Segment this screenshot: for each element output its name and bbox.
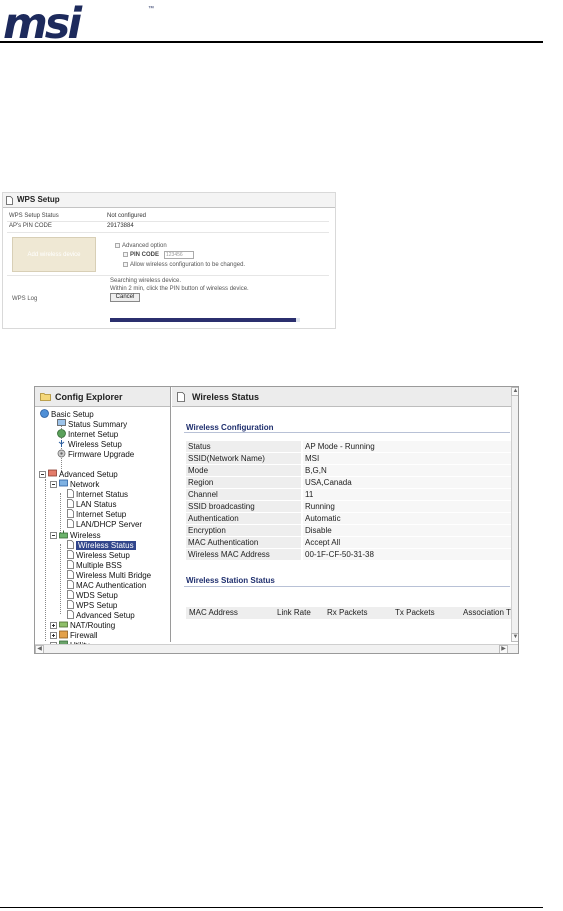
- config-explorer-title: Config Explorer: [35, 387, 170, 407]
- divider: [184, 432, 510, 433]
- wireless-status-pane: Wireless Status Wireless Configuration S…: [172, 387, 518, 642]
- allow-config-checkbox[interactable]: [123, 262, 128, 267]
- scroll-down-icon[interactable]: ▼: [511, 633, 518, 642]
- tree-internet-status[interactable]: Internet Status: [67, 489, 128, 499]
- encryption-row: Encryption Disable: [186, 525, 511, 536]
- document-icon: [177, 392, 185, 402]
- globe-icon: [40, 409, 49, 421]
- tree-mac-authentication[interactable]: MAC Authentication: [67, 580, 146, 590]
- region-row: Region USA,Canada: [186, 477, 511, 488]
- wps-setup-panel: WPS Setup WPS Setup Status Not configure…: [2, 192, 336, 329]
- allow-config-option[interactable]: Allow wireless configuration to be chang…: [123, 261, 245, 269]
- folder-icon: [40, 393, 51, 401]
- scroll-up-icon[interactable]: ▲: [511, 387, 518, 396]
- tree-wireless[interactable]: Wireless: [50, 530, 101, 540]
- add-wireless-device-button[interactable]: Add wireless device: [12, 237, 96, 272]
- tree-net-internet-setup[interactable]: Internet Setup: [67, 509, 126, 519]
- msi-logo: msi: [3, 0, 82, 49]
- col-link-rate: Link Rate: [277, 608, 311, 617]
- tree-wps-setup[interactable]: WPS Setup: [67, 600, 117, 610]
- tree-w-wireless-setup[interactable]: Wireless Setup: [67, 550, 130, 560]
- wps-progress-fill: [110, 318, 297, 322]
- authentication-row: Authentication Automatic: [186, 513, 511, 524]
- config-explorer-pane: Config Explorer Basic Setup Status Summa…: [35, 387, 171, 650]
- collapse-icon[interactable]: [50, 481, 57, 491]
- wps-progress-bar: [110, 318, 300, 322]
- tree-w-advanced-setup[interactable]: Advanced Setup: [67, 610, 135, 620]
- tree-wds-setup[interactable]: WDS Setup: [67, 590, 118, 600]
- tree-wireless-multi-bridge[interactable]: Wireless Multi Bridge: [67, 570, 151, 580]
- horizontal-scrollbar[interactable]: ◀ ▶: [35, 644, 518, 653]
- tree-connector: [45, 479, 46, 641]
- tree-status-summary[interactable]: Status Summary: [57, 419, 127, 429]
- advanced-option[interactable]: Advanced option: [115, 242, 167, 250]
- mac-auth-row: MAC Authentication Accept All: [186, 537, 511, 548]
- tree-internet-setup[interactable]: Internet Setup: [57, 429, 118, 439]
- wps-status-row: WPS Setup Status Not configured: [9, 213, 147, 219]
- tree-lan-status[interactable]: LAN Status: [67, 499, 116, 509]
- collapse-icon[interactable]: [50, 532, 57, 542]
- divider: [7, 275, 329, 276]
- vertical-scrollbar[interactable]: ▲ ▼: [511, 387, 518, 642]
- instruction-text: Within 2 min, click the PIN button of wi…: [110, 286, 249, 292]
- divider: [184, 586, 510, 587]
- ssid-row: SSID(Network Name) MSI: [186, 453, 511, 464]
- gear-icon: [57, 449, 66, 461]
- cancel-button[interactable]: Cancel: [110, 293, 140, 302]
- col-tx-packets: Tx Packets: [395, 608, 435, 617]
- tree-nat-routing[interactable]: NAT/Routing: [50, 620, 115, 630]
- tree-firewall[interactable]: Firewall: [50, 630, 98, 640]
- wireless-status-title: Wireless Status: [172, 387, 518, 407]
- mac-address-row: Wireless MAC Address 00-1F-CF-50-31-38: [186, 549, 511, 560]
- trademark-mark: ™: [148, 6, 154, 12]
- tree-multiple-bss[interactable]: Multiple BSS: [67, 560, 122, 570]
- pin-code-checkbox[interactable]: [123, 252, 128, 257]
- scroll-right-icon[interactable]: ▶: [499, 645, 508, 653]
- divider: [7, 232, 329, 233]
- tree-connector: [60, 544, 61, 614]
- scroll-left-icon[interactable]: ◀: [35, 645, 44, 653]
- searching-text: Searching wireless device.: [110, 278, 182, 284]
- mode-row: Mode B,G,N: [186, 465, 511, 476]
- tree-wireless-status[interactable]: Wireless Status: [67, 540, 136, 550]
- advanced-option-checkbox[interactable]: [115, 243, 120, 248]
- tree-network[interactable]: Network: [50, 479, 99, 489]
- ssid-broadcast-row: SSID broadcasting Running: [186, 501, 511, 512]
- header-rule: [0, 41, 543, 43]
- pin-code-input[interactable]: 123456: [164, 251, 194, 259]
- collapse-icon[interactable]: [39, 471, 46, 481]
- tree-basic-setup[interactable]: Basic Setup: [40, 409, 94, 419]
- channel-row: Channel 11: [186, 489, 511, 500]
- tree-advanced-setup[interactable]: Advanced Setup: [39, 469, 118, 479]
- tree-wireless-setup[interactable]: Wireless Setup: [57, 439, 122, 449]
- tree-lan-dhcp-server[interactable]: LAN/DHCP Server: [67, 519, 142, 529]
- wps-pin-row: AP's PIN CODE 29173884: [9, 223, 134, 229]
- router-config-window: Config Explorer Basic Setup Status Summa…: [34, 386, 519, 654]
- station-status-heading: Wireless Station Status: [186, 576, 275, 585]
- col-rx-packets: Rx Packets: [327, 608, 368, 617]
- station-table-header: MAC Address Link Rate Rx Packets Tx Pack…: [186, 607, 518, 619]
- document-icon: [6, 196, 13, 205]
- wps-setup-title: WPS Setup: [3, 193, 335, 208]
- status-row: Status AP Mode - Running: [186, 441, 511, 452]
- wireless-config-heading: Wireless Configuration: [186, 423, 274, 432]
- col-association-time: Association T: [463, 608, 511, 617]
- col-mac-address: MAC Address: [189, 608, 238, 617]
- footer-rule: [0, 907, 543, 908]
- wps-log-label: WPS Log: [12, 296, 38, 302]
- pin-code-option[interactable]: PIN CODE: [123, 251, 159, 259]
- tree-firmware-upgrade[interactable]: Firmware Upgrade: [57, 449, 134, 459]
